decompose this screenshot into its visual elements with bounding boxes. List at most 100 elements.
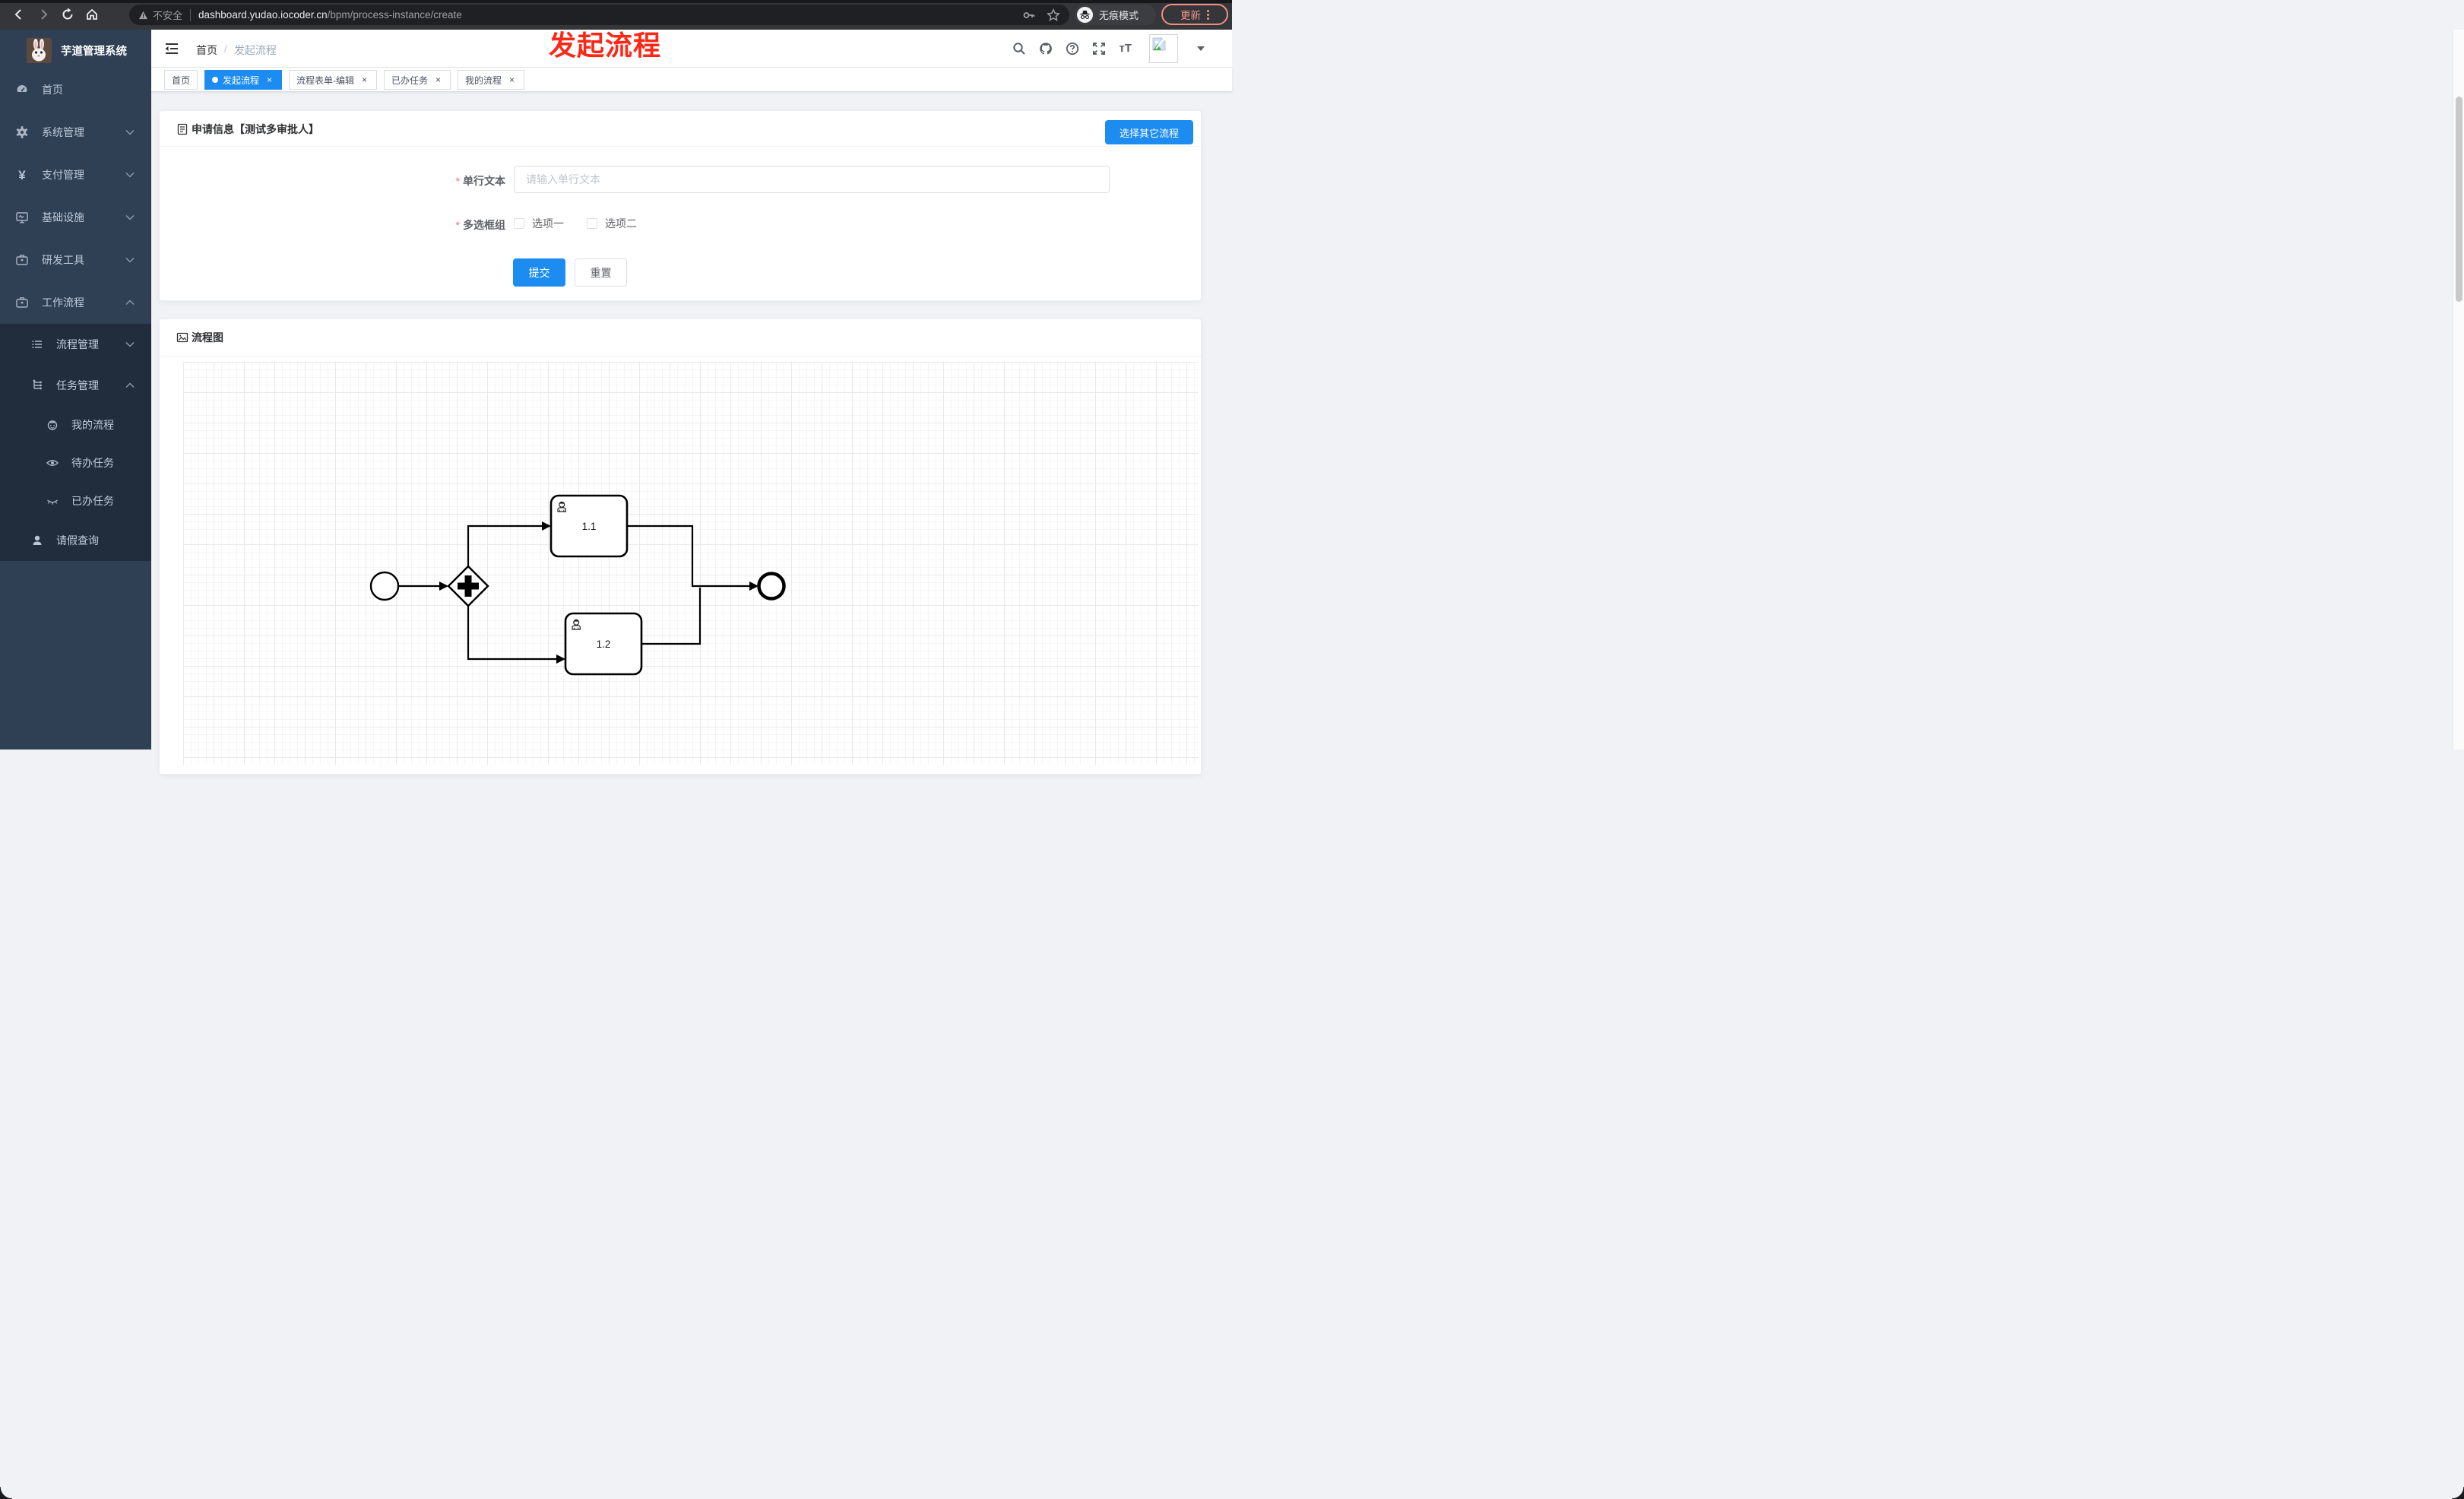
sidebar: 芋道管理系统 首页 系统管理 ¥ 支付管理 基础设施 研发工具 工作流程 流程管…: [0, 30, 151, 750]
sidebar-item-leave-query[interactable]: 请假查询: [0, 520, 151, 561]
url-host: dashboard.yudao.iocoder.cn: [198, 9, 328, 21]
sidebar-item-label: 系统管理: [42, 126, 84, 138]
checkbox-icon: [514, 218, 524, 229]
search-icon[interactable]: [1012, 42, 1026, 55]
help-icon[interactable]: [1066, 42, 1079, 55]
sidebar-item-payment[interactable]: ¥ 支付管理: [0, 154, 151, 196]
sidebar-item-workflow[interactable]: 工作流程: [0, 281, 151, 324]
sidebar-item-todo-tasks[interactable]: 待办任务: [0, 444, 151, 482]
picture-icon: [176, 332, 188, 343]
breadcrumb-current: 发起流程: [233, 44, 277, 56]
field-label-checkbox-group: * 多选框组: [455, 219, 505, 231]
bpmn-parallel-gateway: [447, 565, 489, 607]
sidebar-fold-icon[interactable]: [164, 41, 179, 56]
bpmn-canvas[interactable]: 1.1 1.2: [183, 362, 1199, 765]
browser-back-icon[interactable]: [12, 8, 26, 21]
breadcrumb: 首页 / 发起流程: [196, 43, 277, 58]
bpmn-end-event: [757, 572, 786, 601]
chevron-down-icon: [125, 257, 135, 263]
arrowhead: [439, 582, 448, 591]
browser-forward-icon[interactable]: [36, 8, 50, 21]
sidebar-item-system[interactable]: 系统管理: [0, 111, 151, 154]
yen-icon: ¥: [18, 168, 26, 182]
sidebar-item-done-tasks[interactable]: 已办任务: [0, 482, 151, 520]
update-label: 更新: [1180, 10, 1201, 21]
close-icon[interactable]: ×: [507, 74, 517, 85]
dashboard-icon: [17, 85, 27, 92]
sidebar-item-home[interactable]: 首页: [0, 68, 151, 111]
app-logo-row[interactable]: 芋道管理系统: [0, 32, 151, 68]
checkbox-option-1[interactable]: 选项一: [514, 216, 564, 231]
sidebar-item-label: 流程管理: [56, 338, 99, 350]
app-logo: [27, 37, 52, 63]
browser-update-button[interactable]: 更新: [1161, 4, 1228, 25]
close-icon[interactable]: ×: [433, 74, 443, 85]
arrowhead: [542, 521, 551, 531]
password-key-icon[interactable]: [1022, 8, 1036, 22]
bookmark-star-icon[interactable]: [1047, 8, 1060, 22]
field-label-text: * 单行文本: [455, 175, 505, 187]
breadcrumb-home[interactable]: 首页: [196, 43, 217, 58]
sidebar-item-infrastructure[interactable]: 基础设施: [0, 196, 151, 239]
chevron-up-icon: [125, 299, 135, 306]
browser-reload-icon[interactable]: [61, 8, 74, 21]
close-icon[interactable]: ×: [359, 74, 369, 85]
fullscreen-icon[interactable]: [1092, 42, 1106, 55]
window-corner: [0, 1487, 12, 1499]
sidebar-item-label: 支付管理: [42, 169, 84, 181]
card-title: 申请信息【测试多审批人】: [192, 123, 319, 135]
tab-my-process[interactable]: 我的流程 ×: [458, 70, 525, 90]
avatar-caret-icon[interactable]: [1197, 46, 1205, 51]
single-line-text-input[interactable]: [514, 166, 1110, 193]
browser-home-icon[interactable]: [85, 8, 99, 21]
select-other-process-button[interactable]: 选择其它流程: [1104, 120, 1193, 144]
tab-process-form-edit[interactable]: 流程表单-编辑 ×: [289, 70, 378, 90]
chevron-up-icon: [125, 382, 135, 388]
sidebar-item-label: 任务管理: [56, 379, 99, 391]
bpmn-diagram: 1.1 1.2: [369, 494, 786, 676]
monitor-icon: [16, 212, 28, 223]
tab-start-process[interactable]: 发起流程 ×: [204, 70, 283, 90]
chevron-down-icon: [125, 172, 135, 178]
github-icon[interactable]: [1039, 42, 1053, 55]
sidebar-item-label: 已办任务: [71, 495, 114, 507]
briefcase-icon: [16, 297, 28, 308]
scrollbar-thumb[interactable]: [2456, 97, 2462, 302]
tab-home[interactable]: 首页: [164, 70, 198, 90]
gear-icon: [16, 126, 28, 138]
sidebar-item-process-management[interactable]: 流程管理: [0, 324, 151, 365]
eye-closed-icon: [47, 499, 58, 505]
sidebar-item-label: 工作流程: [42, 296, 84, 309]
flow-gateway-to-task2: [467, 605, 558, 661]
sidebar-item-my-process[interactable]: 我的流程: [0, 406, 151, 444]
sidebar-item-label: 首页: [42, 84, 63, 96]
flow-task2-to-end: [641, 588, 702, 645]
window-corner: [2452, 1487, 2464, 1499]
sidebar-item-dev-tools[interactable]: 研发工具: [0, 239, 151, 281]
submit-button[interactable]: 提交: [513, 258, 565, 287]
url-path: /bpm/process-instance/create: [327, 9, 462, 21]
omnibox-divider: [190, 8, 192, 21]
flow-gateway-to-task1: [467, 524, 543, 567]
incognito-icon: [1077, 7, 1093, 23]
avatar[interactable]: [1149, 34, 1178, 63]
sidebar-item-task-management[interactable]: 任务管理: [0, 365, 151, 406]
reset-button[interactable]: 重置: [575, 258, 627, 287]
font-size-icon[interactable]: тT: [1119, 42, 1132, 55]
page-scrollbar[interactable]: [2453, 30, 2464, 750]
close-icon[interactable]: ×: [264, 74, 274, 85]
tab-done-tasks[interactable]: 已办任务 ×: [384, 70, 451, 90]
tree-icon: [33, 379, 42, 390]
address-bar[interactable]: 不安全 dashboard.yudao.iocoder.cn /bpm/proc…: [129, 5, 1069, 25]
face-icon: [47, 420, 58, 430]
task-label: 1.2: [597, 639, 611, 650]
required-asterisk: *: [455, 175, 460, 187]
workflow-submenu: 流程管理 任务管理 我的流程 待办任务 已办任务 请假查询: [0, 324, 151, 561]
broken-image-icon: [1152, 36, 1167, 51]
user-icon: [33, 535, 42, 545]
security-label: 不安全: [153, 10, 183, 21]
browser-menu-dots-icon[interactable]: [1207, 9, 1209, 20]
chevron-down-icon: [125, 214, 135, 220]
checkbox-option-2[interactable]: 选项二: [587, 216, 637, 231]
list-icon: [32, 341, 42, 348]
